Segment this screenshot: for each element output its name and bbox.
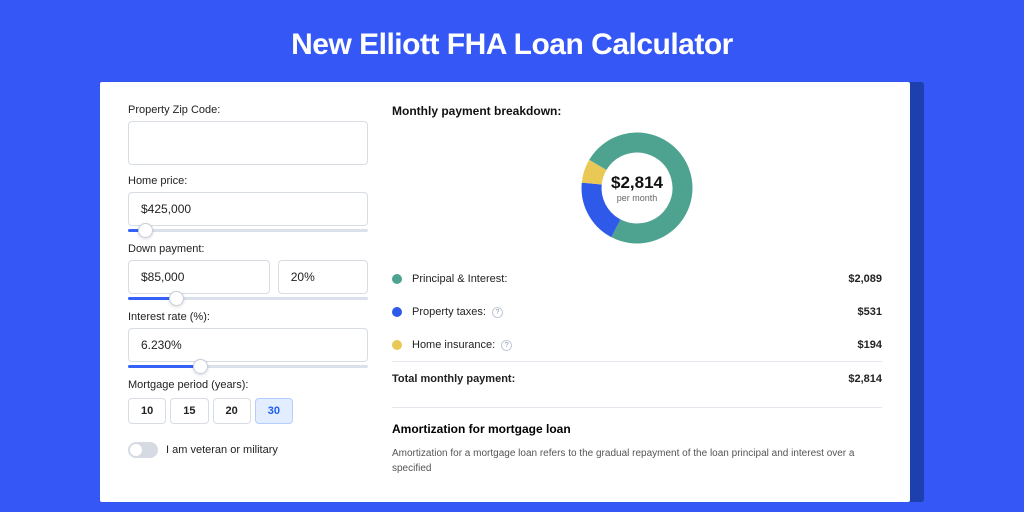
breakdown-value: $194 (858, 339, 882, 351)
swatch-icon (392, 340, 402, 350)
results-panel: Monthly payment breakdown: $2,814 per mo… (392, 104, 882, 480)
page-title: New Elliott FHA Loan Calculator (0, 0, 1024, 82)
period-block: Mortgage period (years): 10152030 (128, 379, 368, 424)
breakdown-row: Home insurance:?$194 (392, 328, 882, 361)
down-payment-slider[interactable] (128, 297, 368, 301)
veteran-toggle-knob (130, 444, 142, 456)
zip-label: Property Zip Code: (128, 104, 368, 116)
card-backdrop: Property Zip Code: Home price: Down paym… (100, 82, 924, 502)
home-price-slider-thumb[interactable] (138, 223, 153, 238)
rate-block: Interest rate (%): (128, 311, 368, 369)
breakdown-label: Property taxes:? (412, 306, 858, 318)
home-price-input[interactable] (128, 192, 368, 226)
period-option-15[interactable]: 15 (170, 398, 208, 424)
breakdown-total-value: $2,814 (848, 373, 882, 385)
breakdown-value: $2,089 (848, 273, 882, 285)
home-price-label: Home price: (128, 175, 368, 187)
breakdown-row: Property taxes:?$531 (392, 295, 882, 328)
breakdown-title: Monthly payment breakdown: (392, 104, 882, 118)
period-options: 10152030 (128, 398, 368, 424)
down-payment-label: Down payment: (128, 243, 368, 255)
period-option-10[interactable]: 10 (128, 398, 166, 424)
rate-slider-fill (128, 365, 200, 368)
down-amount-input[interactable] (128, 260, 270, 294)
donut-chart: $2,814 per month (577, 128, 697, 248)
down-percent-input[interactable] (278, 260, 368, 294)
zip-field-block: Property Zip Code: (128, 104, 368, 165)
amortization-text: Amortization for a mortgage loan refers … (392, 446, 882, 476)
period-option-30[interactable]: 30 (255, 398, 293, 424)
rate-input[interactable] (128, 328, 368, 362)
swatch-icon (392, 274, 402, 284)
help-icon[interactable]: ? (501, 340, 512, 351)
breakdown-label: Principal & Interest: (412, 273, 848, 285)
down-payment-slider-thumb[interactable] (169, 291, 184, 306)
rate-slider[interactable] (128, 365, 368, 369)
home-price-block: Home price: (128, 175, 368, 233)
zip-input[interactable] (128, 121, 368, 165)
home-price-slider[interactable] (128, 229, 368, 233)
down-payment-block: Down payment: (128, 243, 368, 301)
amortization-title: Amortization for mortgage loan (392, 422, 882, 436)
veteran-toggle[interactable] (128, 442, 158, 458)
breakdown-label: Home insurance:? (412, 339, 858, 351)
breakdown-row: Principal & Interest:$2,089 (392, 262, 882, 295)
amortization-section: Amortization for mortgage loan Amortizat… (392, 407, 882, 476)
form-panel: Property Zip Code: Home price: Down paym… (128, 104, 368, 480)
swatch-icon (392, 307, 402, 317)
breakdown-total-row: Total monthly payment:$2,814 (392, 361, 882, 395)
breakdown-total-label: Total monthly payment: (392, 373, 848, 385)
donut-svg (577, 128, 697, 248)
calculator-card: Property Zip Code: Home price: Down paym… (100, 82, 910, 502)
rate-slider-thumb[interactable] (193, 359, 208, 374)
rate-label: Interest rate (%): (128, 311, 368, 323)
veteran-label: I am veteran or military (166, 444, 278, 456)
period-label: Mortgage period (years): (128, 379, 368, 391)
donut-chart-wrap: $2,814 per month (392, 128, 882, 248)
period-option-20[interactable]: 20 (213, 398, 251, 424)
help-icon[interactable]: ? (492, 307, 503, 318)
veteran-row: I am veteran or military (128, 442, 368, 458)
breakdown-value: $531 (858, 306, 882, 318)
breakdown-list: Principal & Interest:$2,089Property taxe… (392, 262, 882, 395)
